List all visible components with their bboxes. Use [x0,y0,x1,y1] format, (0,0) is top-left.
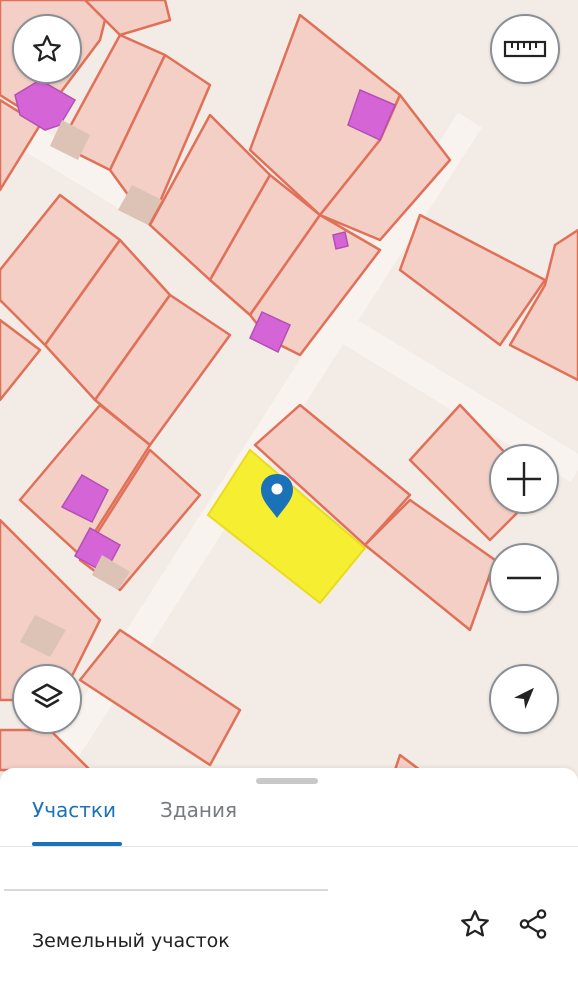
tab-buildings[interactable]: Здания [160,796,237,824]
star-icon [33,35,61,62]
active-tab-indicator [32,842,122,846]
tab-bar: Участки Здания [0,788,578,847]
navigation-arrow-icon [514,687,534,709]
plus-icon [507,462,541,496]
building [332,231,349,250]
minus-icon [507,576,541,580]
bottom-sheet[interactable]: Участки Здания Земельный участок [0,768,578,1000]
ruler-button[interactable] [490,14,560,84]
layers-button[interactable] [12,664,82,734]
divider [4,889,328,891]
ruler-icon [503,40,547,58]
star-icon [461,910,489,937]
share-button[interactable] [513,904,553,944]
zoom-out-button[interactable] [489,543,559,613]
favorite-item-button[interactable] [455,904,495,944]
item-title: Земельный участок [32,930,230,952]
share-icon [519,909,547,939]
favorite-button[interactable] [12,14,82,84]
sheet-handle[interactable] [256,778,318,784]
zoom-in-button[interactable] [489,444,559,514]
layers-icon [31,683,63,708]
my-location-button[interactable] [489,664,559,734]
tab-parcels[interactable]: Участки [32,796,116,824]
